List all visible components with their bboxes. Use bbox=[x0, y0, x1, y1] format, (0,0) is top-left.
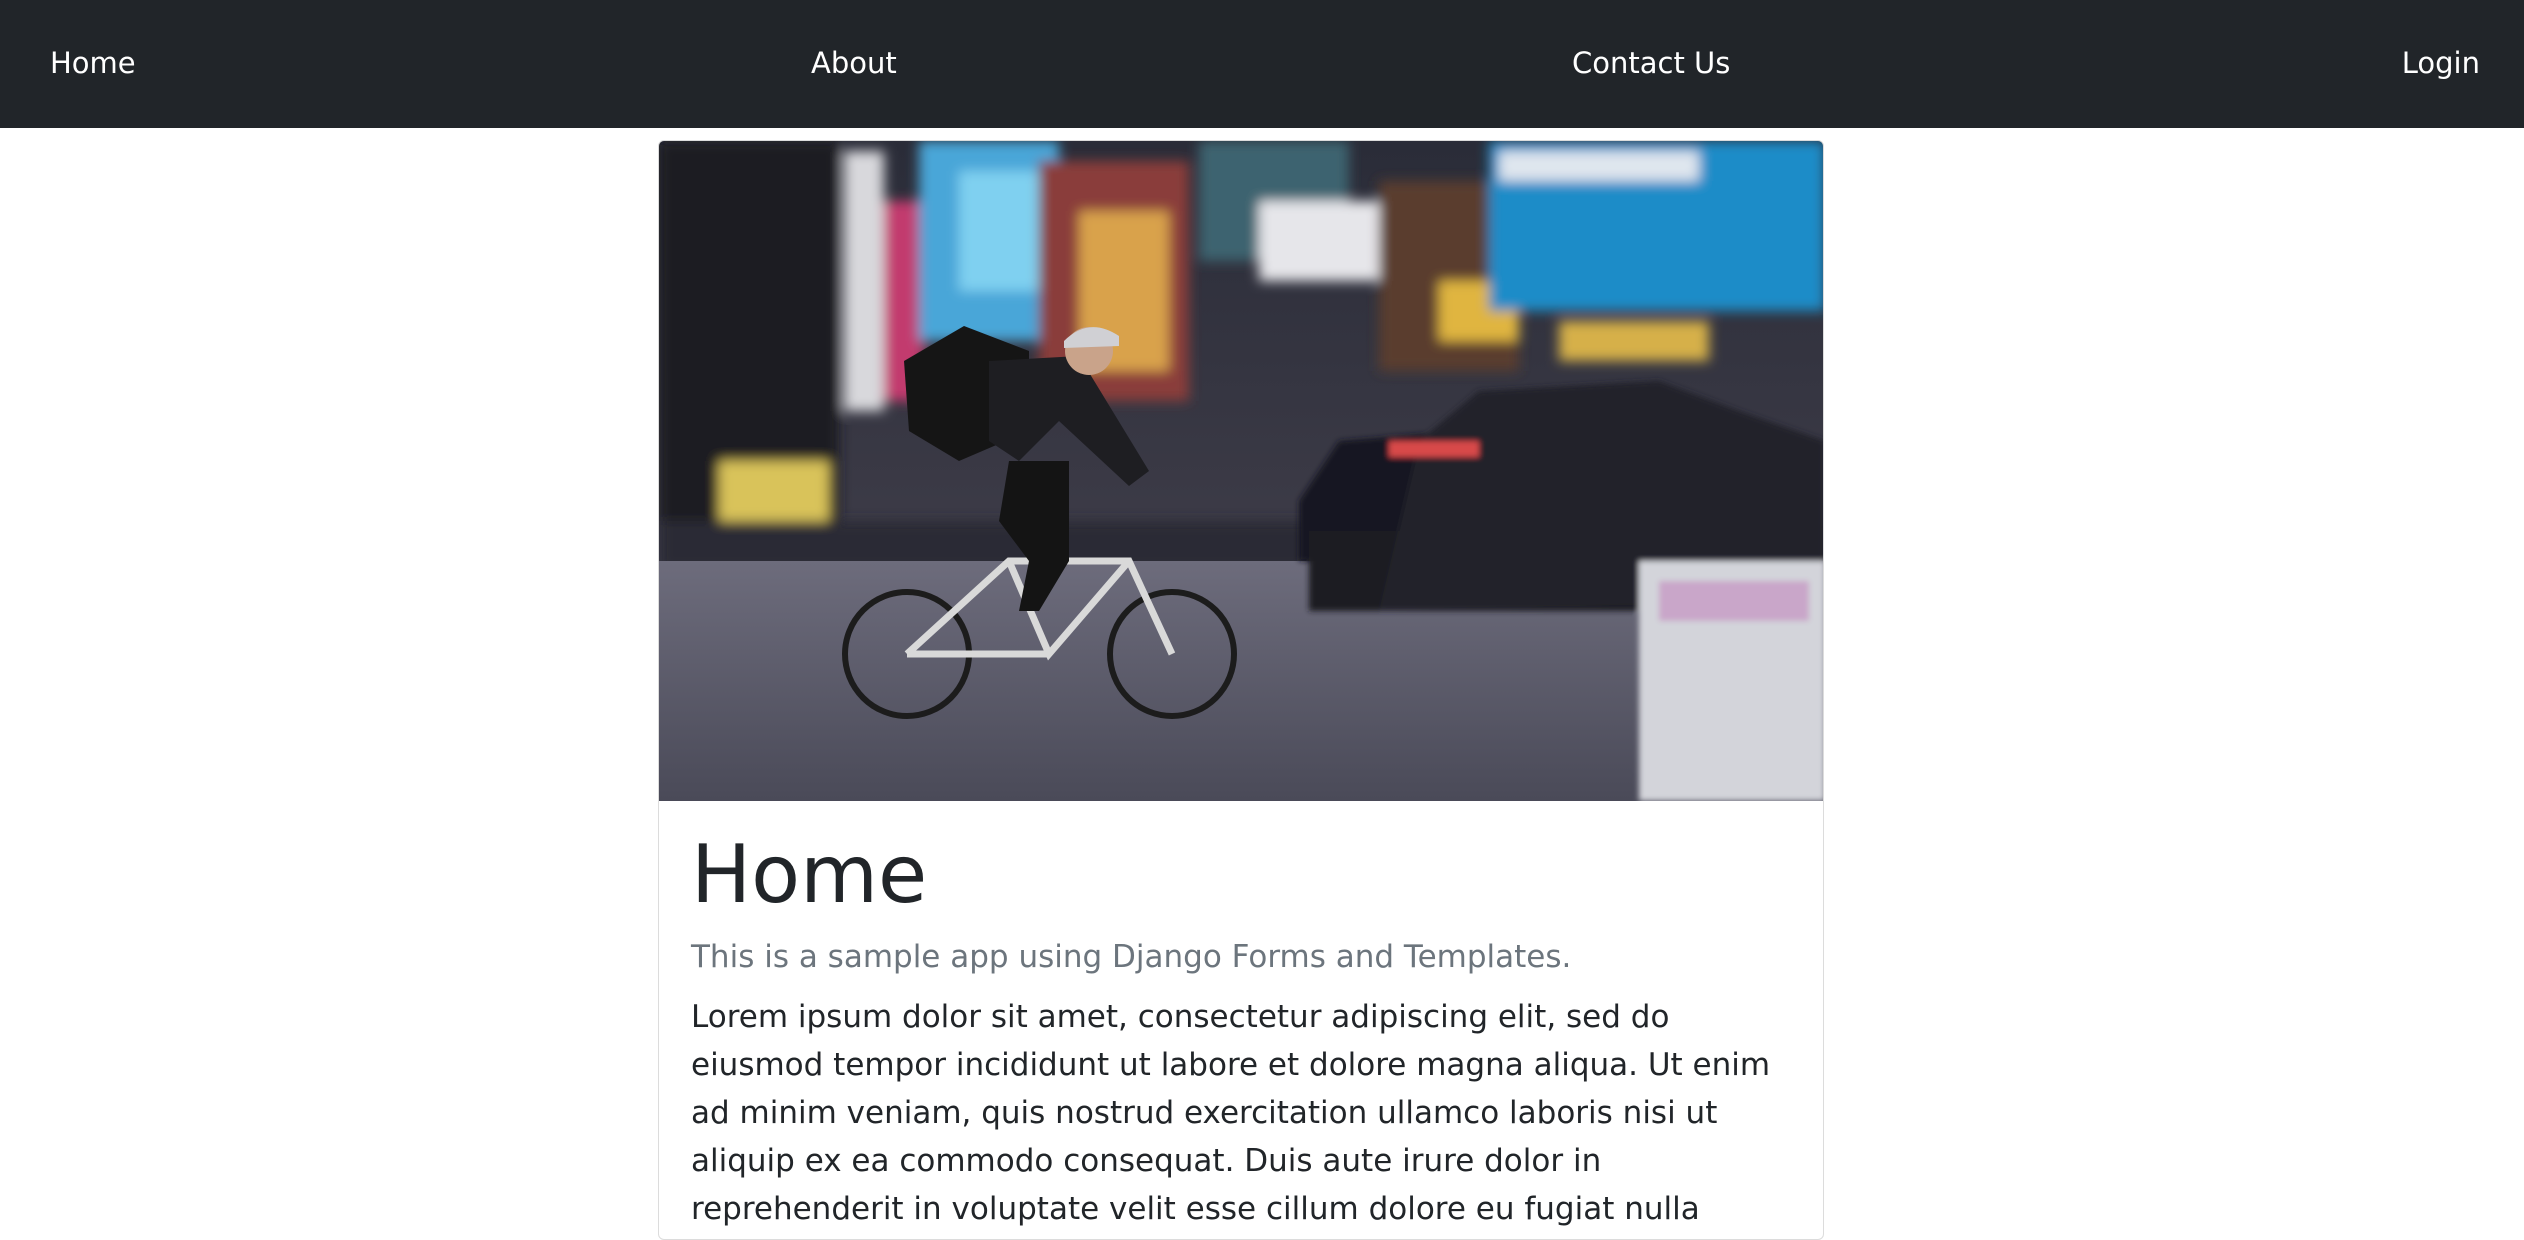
home-card: Home This is a sample app using Django F… bbox=[658, 140, 1824, 1240]
hero-image bbox=[659, 141, 1823, 801]
nav-link-contact-us[interactable]: Contact Us bbox=[1572, 0, 1730, 128]
top-navbar: Home About Contact Us Login bbox=[0, 0, 2524, 128]
card-body-text: Lorem ipsum dolor sit amet, consectetur … bbox=[691, 999, 1771, 1227]
page-title: Home bbox=[691, 828, 928, 921]
nav-link-home[interactable]: Home bbox=[50, 0, 136, 128]
page-subtitle: This is a sample app using Django Forms … bbox=[691, 939, 1572, 975]
nav-link-login[interactable]: Login bbox=[2402, 0, 2480, 128]
nav-link-about[interactable]: About bbox=[811, 0, 897, 128]
